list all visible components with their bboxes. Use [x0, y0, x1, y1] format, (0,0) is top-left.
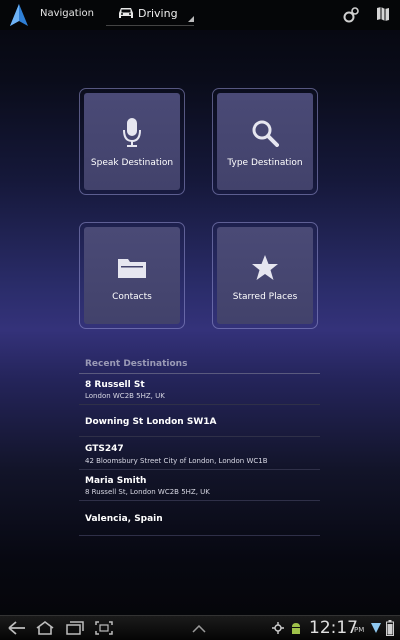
contacts-button[interactable]: Contacts — [79, 222, 185, 329]
destination-address: 42 Bloomsbury Street City of London, Lon… — [85, 457, 268, 465]
destination-title: GTS247 — [85, 444, 124, 454]
tile-panel: Speak Destination — [84, 93, 180, 190]
app-title: Navigation — [40, 8, 94, 19]
destination-title: Valencia, Spain — [85, 514, 163, 524]
gps-icon — [272, 622, 284, 634]
back-icon[interactable] — [8, 621, 26, 635]
tile-panel: Type Destination — [217, 93, 313, 190]
folder-icon — [118, 259, 146, 278]
map-icon[interactable] — [376, 6, 390, 22]
tile-label: Speak Destination — [90, 158, 174, 168]
recent-apps-icon[interactable] — [66, 621, 84, 635]
microphone-icon — [123, 118, 141, 147]
type-destination-button[interactable]: Type Destination — [212, 88, 318, 195]
tile-label: Contacts — [112, 292, 152, 302]
home-icon[interactable] — [35, 621, 55, 635]
recent-destination-item[interactable]: Downing St London SW1A — [79, 405, 320, 437]
destination-address: 8 Russell St, London WC2B 5HZ, UK — [85, 488, 210, 496]
starred-places-button[interactable]: Starred Places — [212, 222, 318, 329]
destination-address: London WC2B 5HZ, UK — [85, 392, 165, 400]
tile-label: Starred Places — [232, 292, 298, 302]
section-title: Recent Destinations — [85, 359, 188, 369]
destination-title: Downing St London SW1A — [85, 417, 217, 427]
system-bar: 12:17 PM — [0, 615, 400, 640]
settings-icon[interactable] — [343, 7, 359, 23]
battery-icon — [386, 620, 394, 636]
star-icon — [252, 255, 278, 280]
recent-destinations-header: Recent Destinations — [79, 356, 320, 374]
recent-destination-item[interactable]: Valencia, Spain — [79, 501, 320, 536]
clock-ampm: PM — [354, 626, 365, 634]
car-icon — [119, 8, 133, 18]
screenshot-icon[interactable] — [95, 621, 113, 635]
travel-mode-label: Driving — [138, 7, 178, 20]
dropdown-triangle-icon — [188, 16, 194, 22]
wifi-icon — [371, 623, 381, 633]
tile-panel: Contacts — [84, 227, 180, 324]
destination-title: 8 Russell St — [85, 380, 145, 390]
search-icon — [252, 120, 279, 147]
tile-label: Type Destination — [227, 158, 303, 168]
chevron-up-icon[interactable] — [192, 625, 206, 633]
recent-destination-item[interactable]: Maria Smith 8 Russell St, London WC2B 5H… — [79, 470, 320, 501]
tile-panel: Starred Places — [217, 227, 313, 324]
android-debug-icon — [292, 623, 300, 634]
navigation-arrow-icon[interactable] — [9, 3, 29, 27]
action-bar: Navigation Driving — [0, 0, 400, 30]
clock-time: 12:17 — [309, 618, 358, 638]
speak-destination-button[interactable]: Speak Destination — [79, 88, 185, 195]
travel-mode-dropdown[interactable]: Driving — [106, 0, 194, 26]
destination-title: Maria Smith — [85, 476, 147, 486]
recent-destination-item[interactable]: 8 Russell St London WC2B 5HZ, UK — [79, 374, 320, 405]
recent-destination-item[interactable]: GTS247 42 Bloomsbury Street City of Lond… — [79, 437, 320, 470]
